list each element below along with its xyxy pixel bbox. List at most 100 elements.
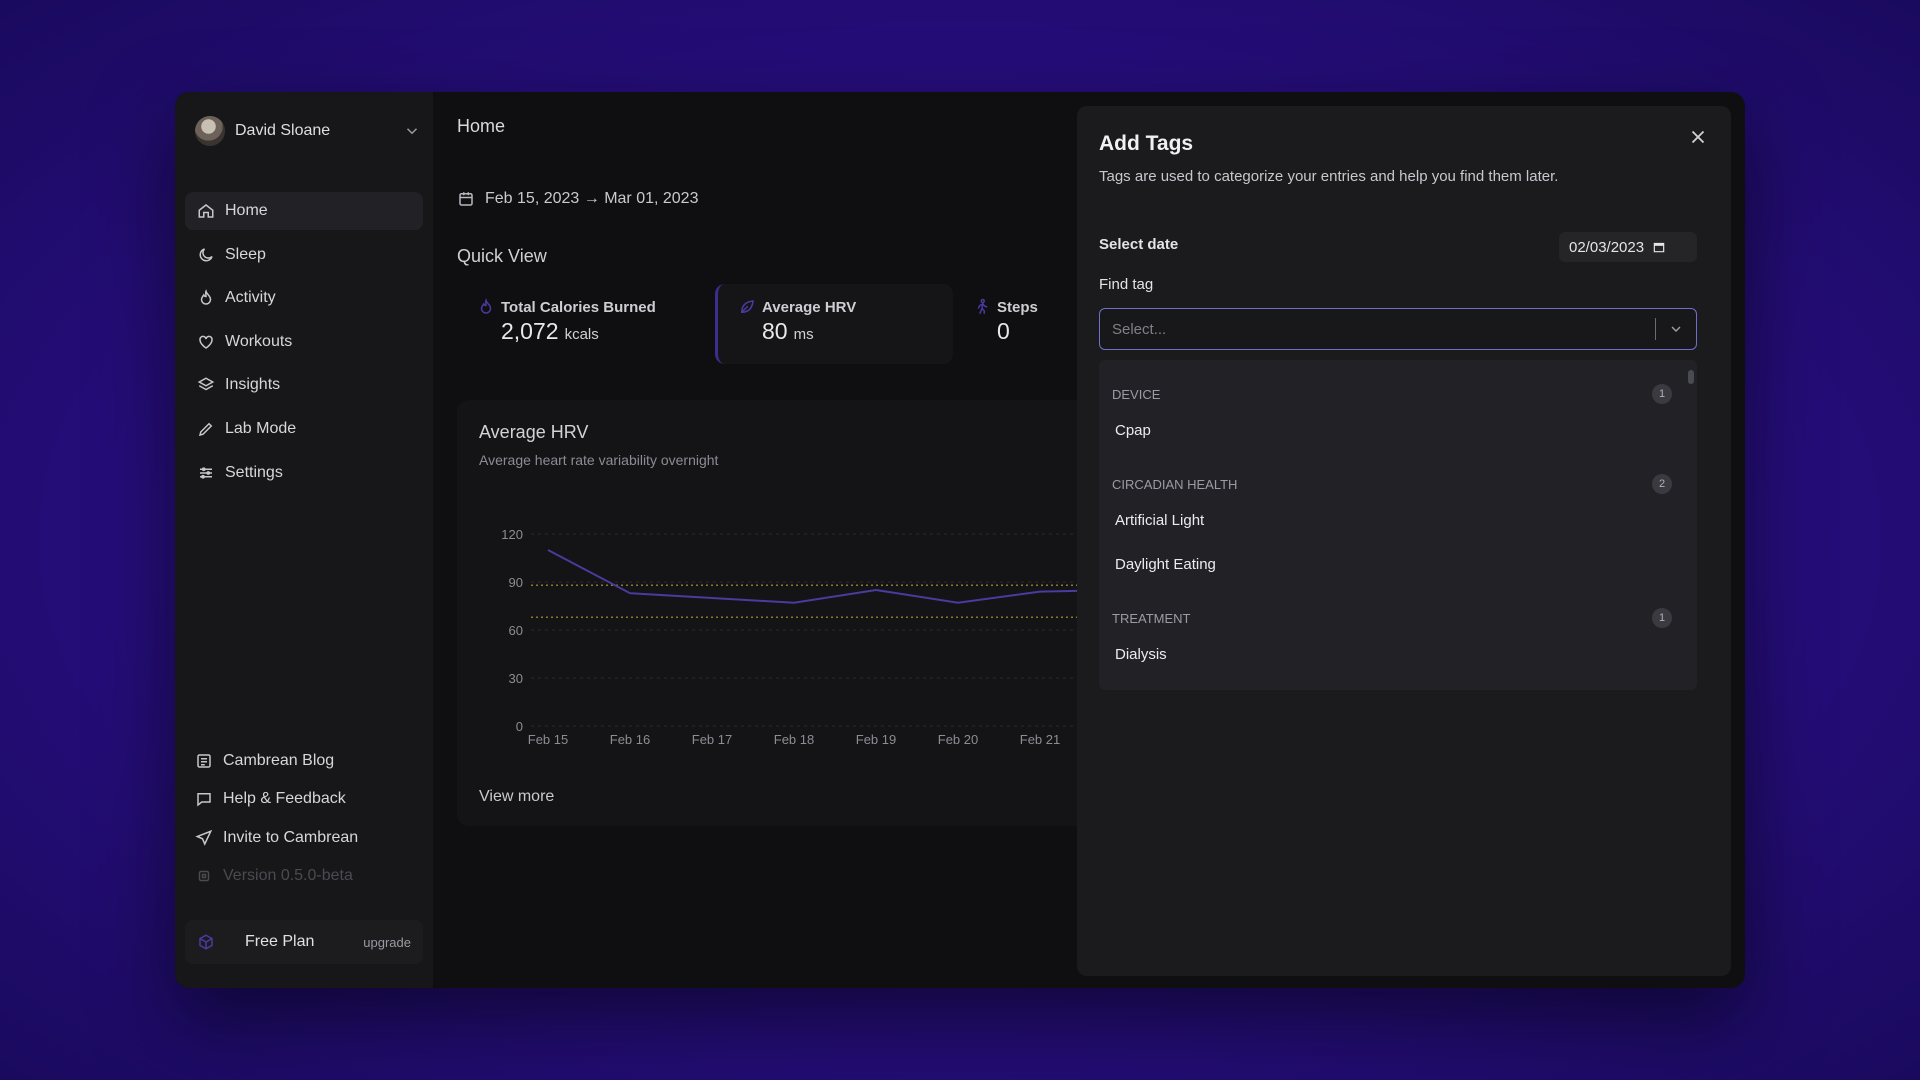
tag-option-daylight-eating[interactable]: Daylight Eating xyxy=(1115,556,1216,573)
sidebar-item-insights[interactable]: Insights xyxy=(185,366,423,404)
plan-name: Free Plan xyxy=(245,933,315,950)
group-name: DEVICE xyxy=(1112,386,1161,402)
x-tick-label: Feb 15 xyxy=(528,732,568,747)
y-tick-label: 0 xyxy=(516,719,523,734)
tag-select[interactable] xyxy=(1099,308,1697,350)
group-header-device: DEVICE 1 xyxy=(1112,384,1672,404)
sliders-icon xyxy=(200,466,212,479)
app-window: David Sloane Home Sleep Activity Workout… xyxy=(175,92,1745,988)
calendar-icon xyxy=(1653,242,1665,253)
x-tick-label: Feb 16 xyxy=(610,732,650,747)
date-input[interactable]: 02/03/2023 xyxy=(1559,232,1697,262)
version-label: Version 0.5.0-beta xyxy=(195,857,421,895)
group-header-circadian-health: CIRCADIAN HEALTH 2 xyxy=(1112,474,1672,494)
x-tick-label: Feb 21 xyxy=(1020,732,1060,747)
sidebar-item-activity[interactable]: Activity xyxy=(185,279,423,317)
moon-icon xyxy=(199,247,213,262)
help-feedback-label: Help & Feedback xyxy=(223,790,346,808)
y-tick-label: 60 xyxy=(509,623,523,638)
invite-label: Invite to Cambrean xyxy=(223,828,359,846)
sidebar-nav: Home Sleep Activity Workouts Insights La… xyxy=(185,192,423,497)
sidebar-item-label: Activity xyxy=(225,289,276,307)
group-name: TREATMENT xyxy=(1112,610,1191,626)
tag-search-input[interactable] xyxy=(1100,309,1655,349)
sidebar-item-settings[interactable]: Settings xyxy=(185,454,423,492)
avatar xyxy=(195,116,225,146)
modal-title: Add Tags xyxy=(1099,132,1194,155)
invite-link[interactable]: Invite to Cambrean xyxy=(195,819,421,857)
newspaper-icon xyxy=(197,754,211,768)
y-tick-label: 30 xyxy=(509,671,523,686)
sidebar-item-label: Insights xyxy=(225,376,281,394)
group-count-badge: 1 xyxy=(1652,608,1672,628)
stat-label: Steps xyxy=(997,298,1038,316)
chevron-down-icon xyxy=(1671,326,1681,332)
upgrade-link[interactable]: upgrade xyxy=(363,935,411,950)
y-tick-label: 90 xyxy=(509,575,523,590)
user-menu[interactable]: David Sloane xyxy=(195,114,421,148)
heart-icon xyxy=(199,335,213,349)
dropdown-scrollbar[interactable] xyxy=(1688,370,1694,384)
calendar-icon xyxy=(459,192,473,206)
view-more-link[interactable]: View more xyxy=(479,788,554,806)
stat-unit: kcals xyxy=(564,326,599,343)
pencil-icon xyxy=(198,422,213,436)
select-date-label: Select date xyxy=(1099,236,1179,253)
help-feedback-link[interactable]: Help & Feedback xyxy=(195,780,421,818)
sidebar-item-label: Workouts xyxy=(225,332,293,350)
group-name: CIRCADIAN HEALTH xyxy=(1112,476,1238,492)
tag-option-cpap[interactable]: Cpap xyxy=(1115,422,1151,439)
close-icon[interactable] xyxy=(1687,126,1709,148)
stat-value: 2,072 xyxy=(501,318,559,344)
tag-option-dialysis[interactable]: Dialysis xyxy=(1115,646,1167,663)
group-header-treatment: TREATMENT 1 xyxy=(1112,608,1672,628)
date-value: 02/03/2023 xyxy=(1569,238,1645,256)
sidebar-item-label: Lab Mode xyxy=(225,419,297,437)
find-tag-label: Find tag xyxy=(1099,276,1154,293)
sidebar-footer-links: Cambrean Blog Help & Feedback Invite to … xyxy=(195,742,421,895)
group-count-badge: 1 xyxy=(1652,384,1672,404)
sidebar: David Sloane Home Sleep Activity Workout… xyxy=(175,92,433,988)
sidebar-item-home[interactable]: Home xyxy=(185,192,423,230)
version-text: Version 0.5.0-beta xyxy=(223,867,353,885)
stat-unit: ms xyxy=(793,326,814,343)
sidebar-item-label: Settings xyxy=(225,463,283,481)
layers-icon xyxy=(197,377,215,391)
quick-view-stats: Total Calories Burned 2,072 kcals Average… xyxy=(457,284,1103,364)
home-icon xyxy=(198,204,214,218)
cambrean-blog-label: Cambrean Blog xyxy=(223,752,335,770)
hrv-line-chart: 0 30 60 90 120 Feb 15 Feb 16 Feb 17 Feb 18 Feb 19… xyxy=(501,527,1157,747)
chevron-down-icon xyxy=(406,128,418,135)
x-tick-label: Feb 20 xyxy=(938,732,978,747)
sidebar-item-label: Sleep xyxy=(225,245,266,263)
user-name: David Sloane xyxy=(235,122,331,139)
flame-icon xyxy=(200,289,212,305)
cpu-icon xyxy=(198,870,210,882)
sidebar-item-label: Home xyxy=(225,202,268,219)
stat-calories[interactable]: Total Calories Burned 2,072 kcals xyxy=(457,284,715,364)
modal-description: Tags are used to categorize your entries… xyxy=(1099,168,1559,185)
stat-value: 80 xyxy=(762,318,788,344)
sidebar-item-workouts[interactable]: Workouts xyxy=(185,323,423,361)
sidebar-item-sleep[interactable]: Sleep xyxy=(185,236,423,274)
quick-view-title: Quick View xyxy=(457,246,547,266)
group-count-badge: 2 xyxy=(1652,474,1672,494)
walking-icon xyxy=(977,298,988,315)
tag-option-artificial-light[interactable]: Artificial Light xyxy=(1115,512,1204,529)
stat-label: Total Calories Burned xyxy=(501,298,656,316)
dropdown-toggle[interactable] xyxy=(1656,321,1696,337)
y-tick-label: 120 xyxy=(501,527,523,542)
stat-hrv[interactable]: Average HRV 80 ms xyxy=(715,284,953,364)
series-line xyxy=(547,549,1123,604)
stat-label: Average HRV xyxy=(762,298,857,316)
sidebar-item-lab-mode[interactable]: Lab Mode xyxy=(185,410,423,448)
cambrean-blog-link[interactable]: Cambrean Blog xyxy=(195,742,421,780)
x-tick-label: Feb 18 xyxy=(774,732,814,747)
date-range-picker[interactable]: Feb 15, 2023 → Mar 01, 2023 xyxy=(457,190,698,208)
page-title: Home xyxy=(457,116,506,136)
cube-icon xyxy=(199,934,213,950)
add-tags-modal: Add Tags Tags are used to categorize you… xyxy=(1077,106,1731,976)
plan-card: Free Plan upgrade xyxy=(185,920,423,964)
x-tick-label: Feb 19 xyxy=(856,732,896,747)
hrv-chart-card: Average HRV Average heart rate variabili… xyxy=(457,400,1157,826)
